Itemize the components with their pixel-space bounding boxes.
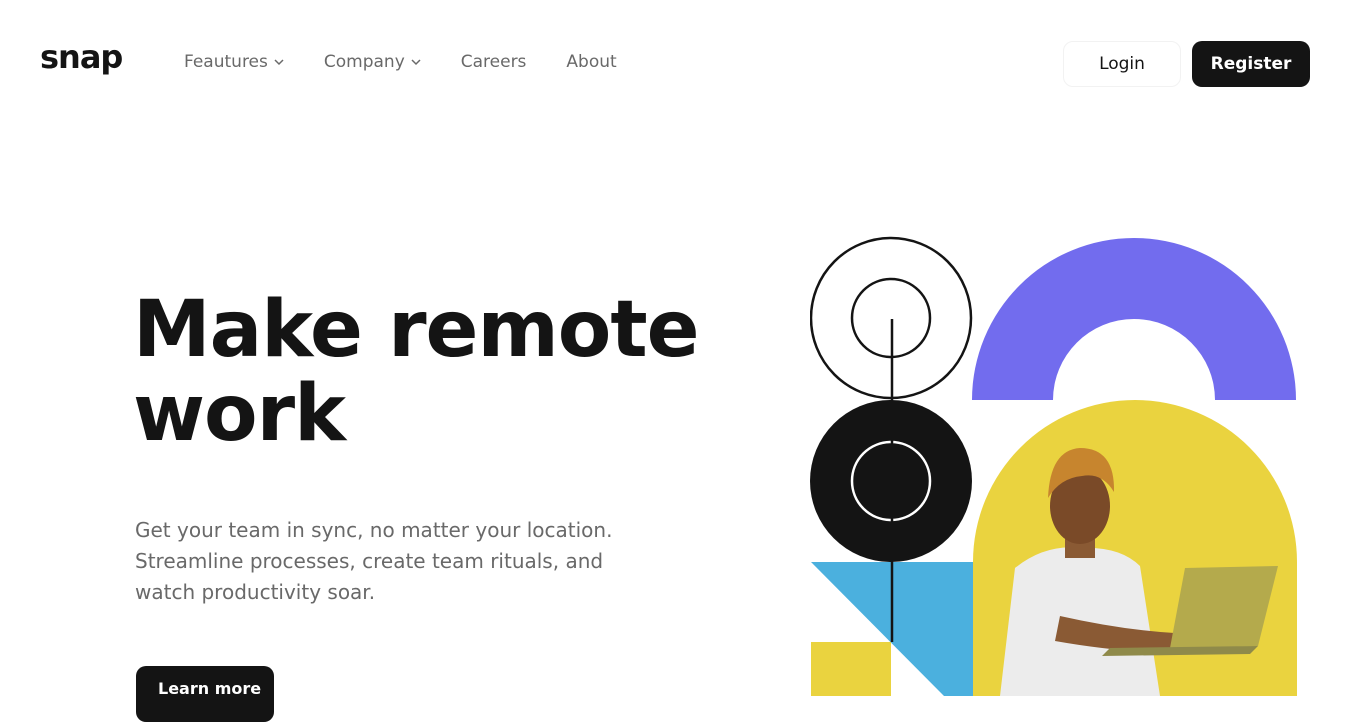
main-nav: Feautures Company Careers About [184,52,617,72]
hero-subtitle-line3: watch productivity soar. [135,580,376,604]
hero-headline-line1: Make remote [133,285,700,375]
nav-item-label: Careers [460,52,527,72]
nav-item-features[interactable]: Feautures [184,52,284,72]
chevron-down-icon [411,58,421,65]
nav-item-label: About [566,52,617,72]
nav-item-label: Feautures [184,52,268,72]
person-with-laptop-photo [973,400,1297,696]
register-button[interactable]: Register [1192,41,1310,87]
brand-logo[interactable]: snap [40,38,123,76]
login-button[interactable]: Login [1063,41,1181,87]
hero-headline-line2: work [133,369,346,459]
hero-subtitle-line1: Get your team in sync, no matter your lo… [135,518,613,542]
chevron-down-icon [274,58,284,65]
learn-more-button[interactable]: Learn more [136,666,274,722]
purple-arch-shape [972,238,1296,400]
hero-subtitle: Get your team in sync, no matter your lo… [135,515,695,608]
hero-illustration [810,236,1297,696]
nav-item-about[interactable]: About [566,52,616,72]
nav-item-company[interactable]: Company [324,52,421,72]
yellow-square-shape [811,642,891,696]
hero-headline: Make remote work [133,288,753,456]
hero-subtitle-line2: Streamline processes, create team ritual… [135,549,604,573]
nav-item-label: Company [323,52,405,72]
nav-item-careers[interactable]: Careers [461,52,527,72]
